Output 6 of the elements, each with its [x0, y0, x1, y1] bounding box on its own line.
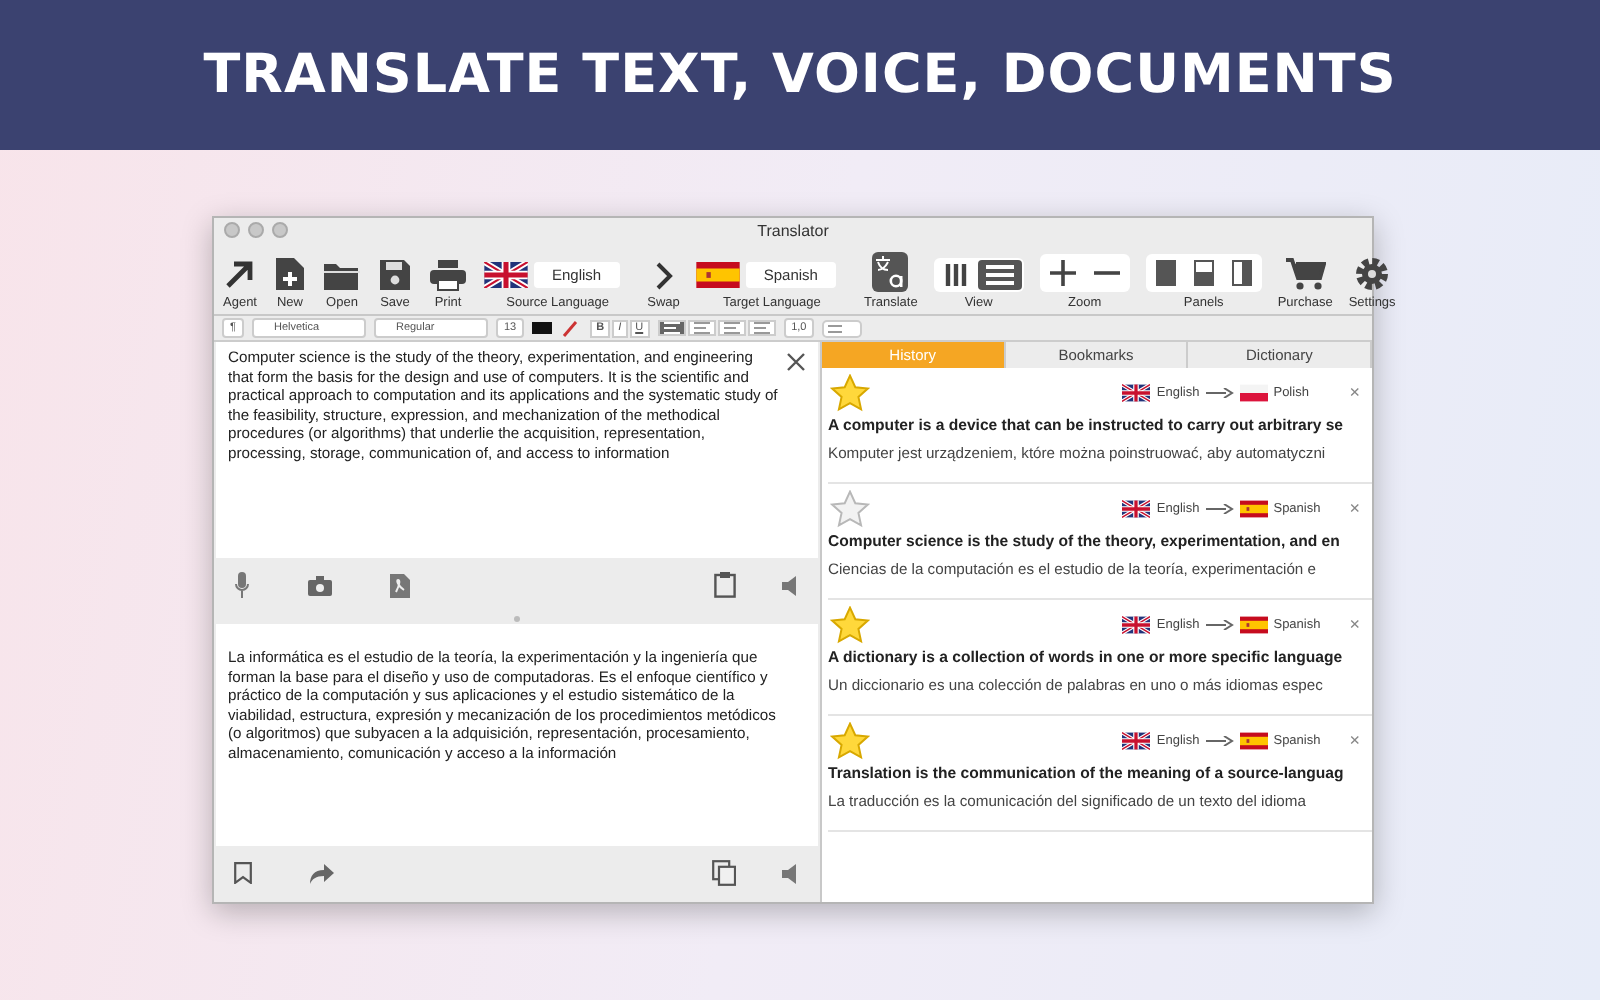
remove-entry-button[interactable]: ×: [1341, 615, 1372, 633]
banner-title: TRANSLATE TEXT, VOICE, DOCUMENTS: [203, 44, 1397, 106]
remove-entry-button[interactable]: ×: [1341, 731, 1372, 749]
window-title: Translator: [755, 221, 831, 239]
remove-entry-button[interactable]: ×: [1341, 499, 1372, 517]
remove-entry-button[interactable]: ×: [1341, 383, 1372, 401]
